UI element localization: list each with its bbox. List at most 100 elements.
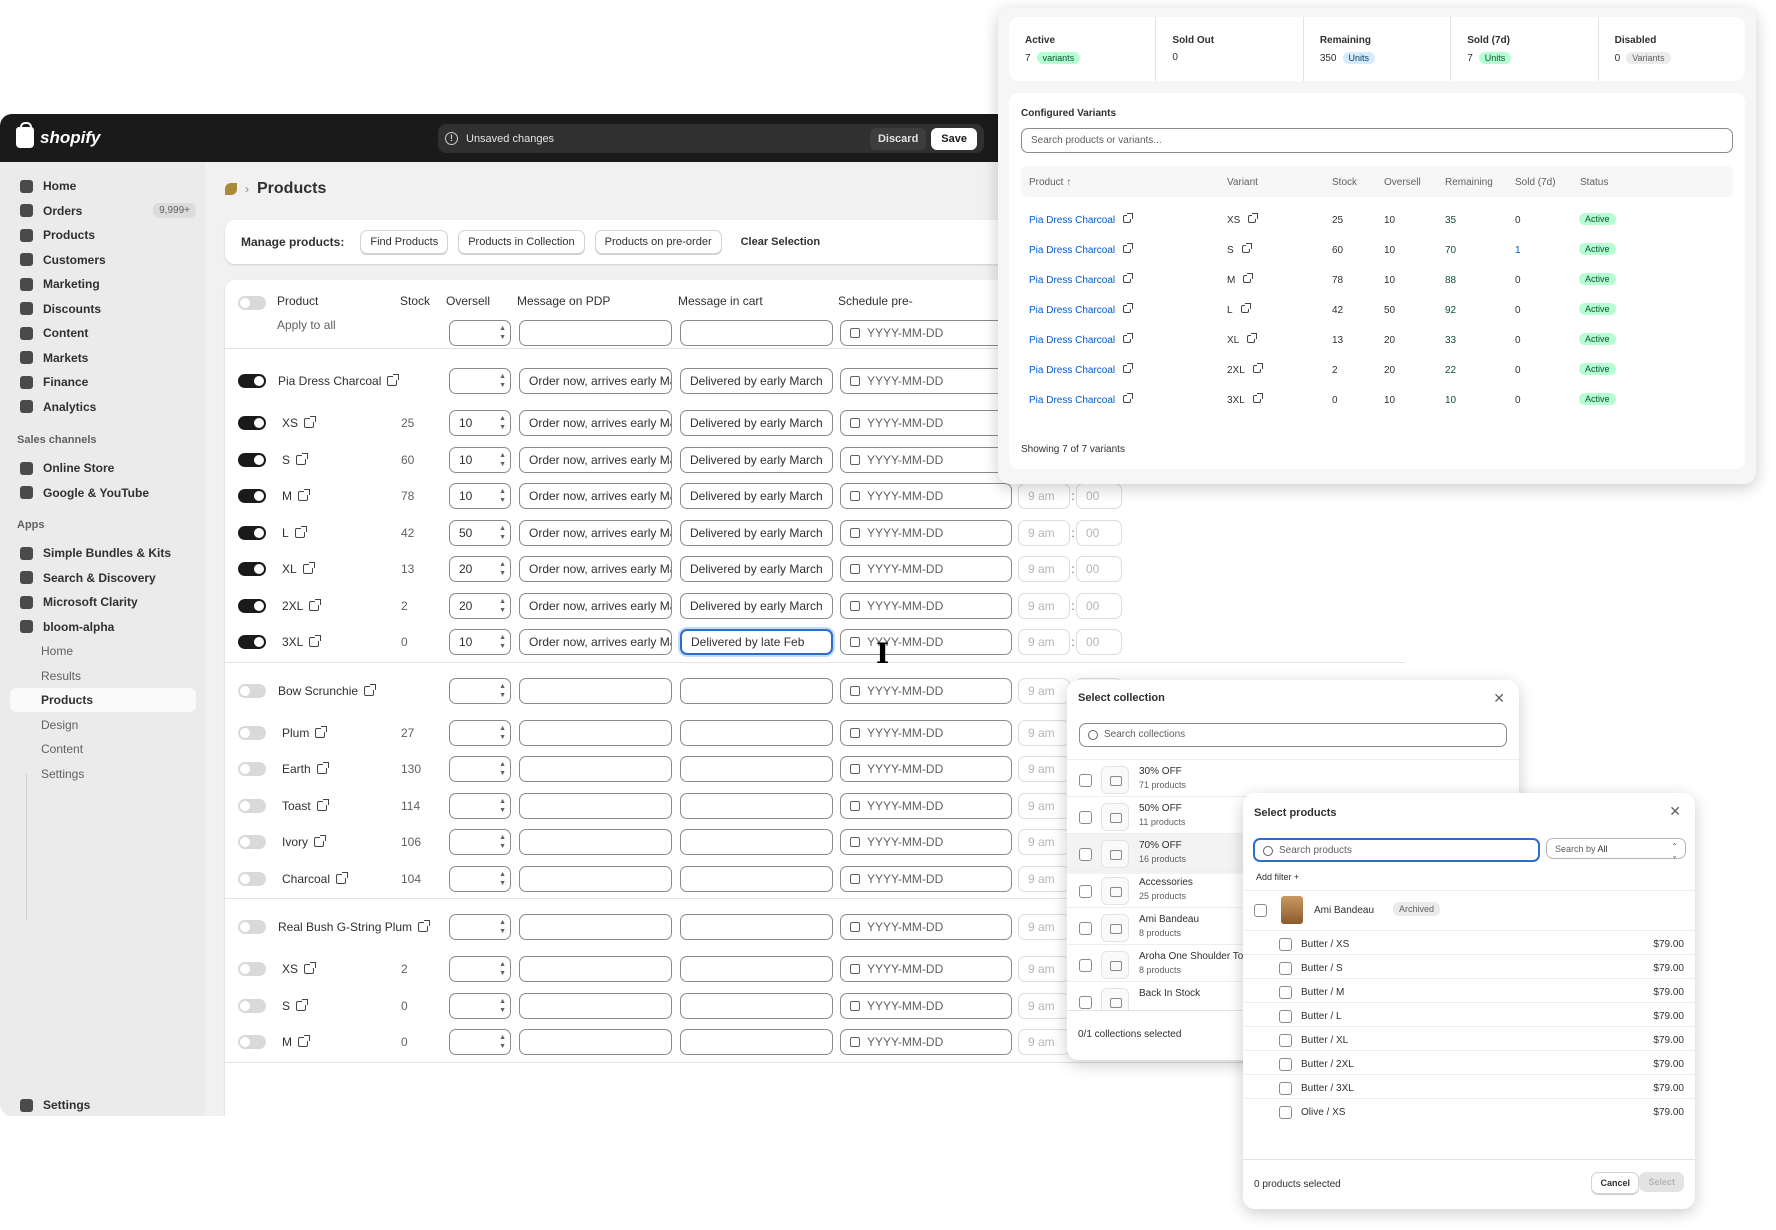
cart-message-input[interactable]	[680, 792, 833, 819]
oversell-input[interactable]: 10 ▲ ▼	[449, 483, 511, 509]
cart-message-input[interactable]	[680, 719, 833, 746]
external-link-icon[interactable]	[364, 683, 377, 696]
date-input[interactable]: YYYY-MM-DD	[840, 556, 1012, 582]
product-search-input[interactable]: Search products	[1253, 838, 1540, 862]
cell-product[interactable]: Pia Dress Charcoal	[1029, 243, 1134, 256]
pdp-message-input[interactable]: Order now, arrives early Mar	[519, 629, 672, 655]
oversell-input[interactable]: ▲ ▼	[449, 914, 511, 940]
sidebar-item-content[interactable]: Content	[10, 321, 196, 345]
external-link-icon[interactable]	[1248, 213, 1259, 223]
products-in-collection-button[interactable]: Products in Collection	[458, 230, 585, 254]
sidebar-item-app-3[interactable]: bloom-alpha	[10, 615, 196, 639]
external-link-icon[interactable]	[1123, 303, 1134, 313]
variant-toggle[interactable]	[238, 798, 266, 813]
product-toggle[interactable]	[238, 683, 266, 698]
pdp-message-input[interactable]	[519, 992, 672, 1019]
pdp-message-input[interactable]	[519, 956, 672, 982]
variant-toggle[interactable]	[238, 835, 266, 849]
oversell-input[interactable]: ▲ ▼	[449, 320, 511, 346]
date-input[interactable]: YYYY-MM-DD	[840, 992, 1012, 1019]
date-input[interactable]: YYYY-MM-DD	[840, 914, 1012, 940]
cart-message-input[interactable]: Delivered by early March	[680, 446, 833, 473]
external-link-icon[interactable]	[309, 635, 322, 647]
checkbox[interactable]	[1279, 1106, 1292, 1119]
external-link-icon[interactable]	[1247, 333, 1258, 343]
external-link-icon[interactable]	[1123, 243, 1134, 253]
pdp-message-input[interactable]	[519, 756, 672, 782]
cart-message-input[interactable]	[680, 677, 833, 704]
cart-message-input[interactable]: Delivered by early March	[680, 483, 833, 509]
pdp-message-input[interactable]	[519, 1029, 672, 1055]
hour-select[interactable]: 9 am	[1018, 719, 1070, 746]
checkbox[interactable]	[1279, 1034, 1292, 1047]
checkbox[interactable]	[1079, 959, 1092, 972]
cart-message-input[interactable]: Delivered by late Feb	[680, 629, 833, 655]
external-link-icon[interactable]	[304, 416, 317, 428]
find-products-button[interactable]: Find Products	[360, 230, 449, 254]
external-link-icon[interactable]	[296, 452, 309, 465]
variant-toggle[interactable]	[238, 598, 266, 613]
date-input[interactable]: YYYY-MM-DD	[840, 792, 1012, 819]
checkbox[interactable]	[1279, 1010, 1292, 1023]
checkbox[interactable]	[1079, 811, 1092, 824]
variant-row[interactable]: Butter / XL $79.00	[1243, 1026, 1695, 1053]
hour-select[interactable]: 9 am	[1018, 629, 1070, 655]
cell-product[interactable]: Pia Dress Charcoal	[1029, 393, 1134, 406]
pdp-message-input[interactable]: Order now, arrives early Mar	[519, 368, 672, 394]
variant-toggle[interactable]	[238, 525, 266, 540]
external-link-icon[interactable]	[302, 562, 315, 574]
discard-button[interactable]: Discard	[869, 127, 927, 150]
sidebar-item-app-1[interactable]: Search & Discovery	[10, 566, 196, 590]
variant-toggle[interactable]	[238, 489, 266, 503]
sidebar-subitem-2[interactable]: Products	[10, 688, 196, 712]
variant-toggle[interactable]	[238, 725, 266, 740]
external-link-icon[interactable]	[315, 725, 328, 738]
oversell-input[interactable]: ▲ ▼	[449, 368, 511, 394]
pdp-message-input[interactable]: Order now, arrives early Mar	[519, 556, 672, 582]
date-input[interactable]: YYYY-MM-DD	[840, 956, 1012, 982]
checkbox[interactable]	[1279, 962, 1292, 975]
external-link-icon[interactable]	[316, 762, 329, 774]
external-link-icon[interactable]	[1252, 363, 1263, 373]
product-name[interactable]: Real Bush G-String Plum	[278, 920, 431, 934]
cart-message-input[interactable]	[680, 1029, 833, 1055]
cart-message-input[interactable]	[680, 829, 833, 855]
variant-name[interactable]: S	[282, 998, 309, 1013]
external-link-icon[interactable]	[1123, 333, 1134, 343]
external-link-icon[interactable]	[387, 374, 400, 386]
external-link-icon[interactable]	[1240, 303, 1251, 313]
sidebar-item-customers[interactable]: Customers	[10, 248, 196, 272]
variant-row[interactable]: Butter / S $79.00	[1243, 954, 1695, 981]
variant-toggle[interactable]	[238, 635, 266, 649]
pdp-message-input[interactable]: Order now, arrives early Mar	[519, 483, 672, 509]
variant-name[interactable]: S	[282, 452, 309, 467]
oversell-input[interactable]: ▲ ▼	[449, 756, 511, 782]
external-link-icon[interactable]	[1241, 243, 1252, 253]
variant-row[interactable]: Butter / XS $79.00	[1243, 930, 1695, 957]
sidebar-item-orders[interactable]: Orders 9,999+	[10, 199, 196, 223]
external-link-icon[interactable]	[1123, 363, 1134, 373]
external-link-icon[interactable]	[296, 998, 309, 1011]
external-link-icon[interactable]	[294, 525, 307, 538]
variant-name[interactable]: XL	[282, 562, 315, 576]
product-parent-row[interactable]: Ami Bandeau Archived	[1243, 890, 1695, 930]
variant-toggle[interactable]	[238, 452, 266, 467]
variant-toggle[interactable]	[238, 562, 266, 576]
product-toggle[interactable]	[238, 374, 266, 388]
hour-select[interactable]: 9 am	[1018, 592, 1070, 619]
variant-search-input[interactable]: Search products or variants...	[1021, 128, 1733, 153]
external-link-icon[interactable]	[1243, 273, 1254, 283]
sidebar-item-finance[interactable]: Finance	[10, 370, 196, 394]
external-link-icon[interactable]	[298, 489, 310, 501]
cart-message-input[interactable]	[680, 956, 833, 982]
oversell-input[interactable]: ▲ ▼	[449, 992, 511, 1019]
oversell-input[interactable]: ▲ ▼	[449, 956, 511, 982]
pdp-message-input[interactable]	[519, 914, 672, 940]
sidebar-subitem-0[interactable]: Home	[10, 639, 196, 663]
checkbox[interactable]	[1279, 986, 1292, 999]
minute-select[interactable]: 00	[1076, 483, 1122, 509]
cart-message-input[interactable]	[680, 756, 833, 782]
external-link-icon[interactable]	[336, 871, 349, 884]
cart-message-input[interactable]: Delivered by early March	[680, 592, 833, 619]
hour-select[interactable]: 9 am	[1018, 756, 1070, 782]
